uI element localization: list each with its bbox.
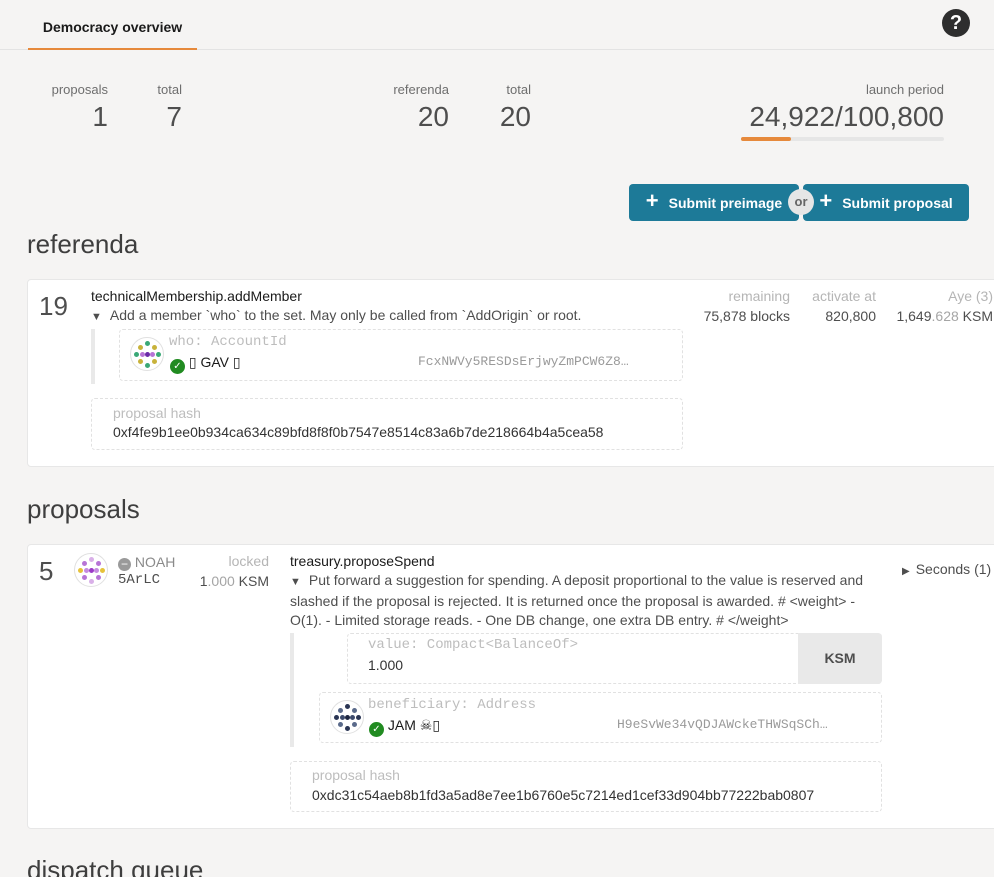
proposal-index: 5 (39, 556, 54, 586)
referendum-description[interactable]: ▼ Add a member `who` to the set. May only… (91, 306, 691, 327)
proposal-hash-label: proposal hash (312, 767, 400, 783)
submit-proposal-button[interactable]: + Submit proposal (803, 184, 969, 221)
launch-progress-fill (741, 137, 792, 141)
proposer-name[interactable]: − NOAH (118, 554, 175, 571)
referendum-remaining: remaining 75,878 blocks (688, 288, 790, 324)
remaining-label: remaining (728, 288, 790, 304)
summary-referenda: referenda 20 (380, 82, 449, 133)
submit-preimage-button[interactable]: + Submit preimage (629, 184, 799, 221)
account-address[interactable]: FcxNWVy5RESDsErjwyZmPCW6Z8… (418, 354, 629, 369)
minus-icon: − (118, 558, 131, 571)
referendum-index: 19 (39, 291, 68, 321)
proposal-locked: locked 1.000 KSM (188, 553, 269, 589)
activate-value: 820,800 (825, 308, 876, 324)
beneficiary-param-label: beneficiary: Address (368, 697, 537, 713)
beneficiary-identicon-icon[interactable] (330, 700, 364, 734)
summary-proposals-value: 1 (92, 101, 108, 132)
summary-proposals-label: proposals (51, 82, 108, 97)
launch-progress-bar (741, 137, 944, 141)
dispatch-queue-heading: dispatch queue (27, 855, 204, 877)
account-name-text: ▯ GAV ▯ (188, 354, 241, 370)
referendum-aye: Aye (3) 1,649.628 KSM (886, 288, 993, 324)
referendum-card: 19 technicalMembership.addMember ▼ Add a … (27, 279, 994, 467)
proposal-description-text: Put forward a suggestion for spending. A… (290, 572, 864, 628)
summary-referenda-total: total 20 (480, 82, 531, 133)
submit-proposal-label: Submit proposal (842, 194, 953, 211)
beneficiary-name[interactable]: ✓ JAM ☠▯ (369, 717, 440, 737)
seconds-toggle[interactable]: ▶ Seconds (1) (902, 561, 991, 577)
referendum-description-text: Add a member `who` to the set. May only … (109, 307, 582, 323)
proposal-proposal-hash: proposal hash 0xdc31c54aeb8b1fd3a5ad8e7e… (290, 761, 882, 812)
value-unit-label: KSM (798, 633, 882, 684)
summary-proposals-total-value: 7 (166, 101, 182, 132)
proposal-card: 5 − NOAH 5ArLC locked 1.000 KSM treasury… (27, 544, 994, 829)
verified-check-icon: ✓ (170, 359, 185, 374)
tab-democracy-overview[interactable]: Democracy overview (28, 0, 197, 50)
beneficiary-address[interactable]: H9eSvWe34vQDJAWckeTHWSqSCh… (617, 717, 828, 732)
summary-proposals-total-label: total (157, 82, 182, 97)
value-param-label: value: Compact<BalanceOf> (368, 637, 579, 653)
verified-check-icon: ✓ (369, 722, 384, 737)
beneficiary-name-text: JAM ☠▯ (387, 717, 441, 733)
proposer-name-text: NOAH (134, 554, 176, 570)
proposal-hash-value: 0xdc31c54aeb8b1fd3a5ad8e7ee1b6760e5c7214… (312, 787, 815, 803)
proposal-hash-value: 0xf4fe9b1ee0b934ca634c89bfd8f8f0b7547e85… (113, 424, 604, 440)
value-param-value[interactable]: 1.000 (368, 657, 403, 673)
plus-icon: + (645, 188, 659, 213)
param-indent-bar (290, 633, 294, 747)
account-identicon-icon[interactable] (130, 337, 164, 371)
proposals-heading: proposals (27, 494, 140, 524)
value-param: value: Compact<BalanceOf> 1.000 KSM (347, 633, 882, 684)
tab-bar: Democracy overview ? (0, 0, 994, 50)
remaining-value: 75,878 blocks (703, 308, 790, 324)
proposal-call: treasury.proposeSpend (290, 553, 435, 569)
activate-label: activate at (812, 288, 876, 304)
who-param-label: who: AccountId (169, 334, 287, 350)
submit-preimage-label: Submit preimage (668, 194, 783, 211)
expand-triangle-icon[interactable]: ▼ (290, 576, 301, 588)
proposer-identicon-icon[interactable] (74, 553, 108, 587)
proposal-description[interactable]: ▼ Put forward a suggestion for spending. … (290, 571, 870, 630)
or-separator: or (788, 189, 814, 215)
summary-launch-value: 24,922/100,800 (749, 101, 944, 132)
proposer-short-address[interactable]: 5ArLC (118, 572, 160, 588)
aye-label: Aye (3) (948, 288, 993, 304)
locked-label: locked (228, 553, 269, 569)
help-icon[interactable]: ? (942, 9, 970, 37)
param-indent-bar (91, 329, 95, 384)
summary-proposals: proposals 1 (40, 82, 108, 133)
expand-triangle-icon[interactable]: ▼ (91, 311, 102, 323)
summary-referenda-value: 20 (417, 101, 449, 132)
summary-referenda-label: referenda (393, 82, 449, 97)
summary-proposals-total: total 7 (140, 82, 182, 133)
plus-icon: + (819, 188, 833, 213)
expand-triangle-icon: ▶ (902, 566, 910, 577)
summary-launch-label: launch period (865, 82, 944, 97)
proposal-hash-label: proposal hash (113, 405, 201, 421)
summary-launch-period: launch period 24,922/100,800 (700, 82, 944, 133)
locked-value: 1.000 KSM (199, 573, 269, 589)
seconds-label: Seconds (1) (915, 561, 992, 577)
referendum-activate: activate at 820,800 (798, 288, 876, 324)
summary-referenda-total-value: 20 (499, 101, 531, 132)
referendum-proposal-hash: proposal hash 0xf4fe9b1ee0b934ca634c89bf… (91, 398, 683, 450)
referenda-heading: referenda (27, 229, 139, 259)
referendum-call: technicalMembership.addMember (91, 288, 302, 304)
summary-referenda-total-label: total (506, 82, 531, 97)
aye-value: 1,649.628 KSM (896, 308, 993, 324)
account-name[interactable]: ✓ ▯ GAV ▯ (170, 354, 241, 374)
